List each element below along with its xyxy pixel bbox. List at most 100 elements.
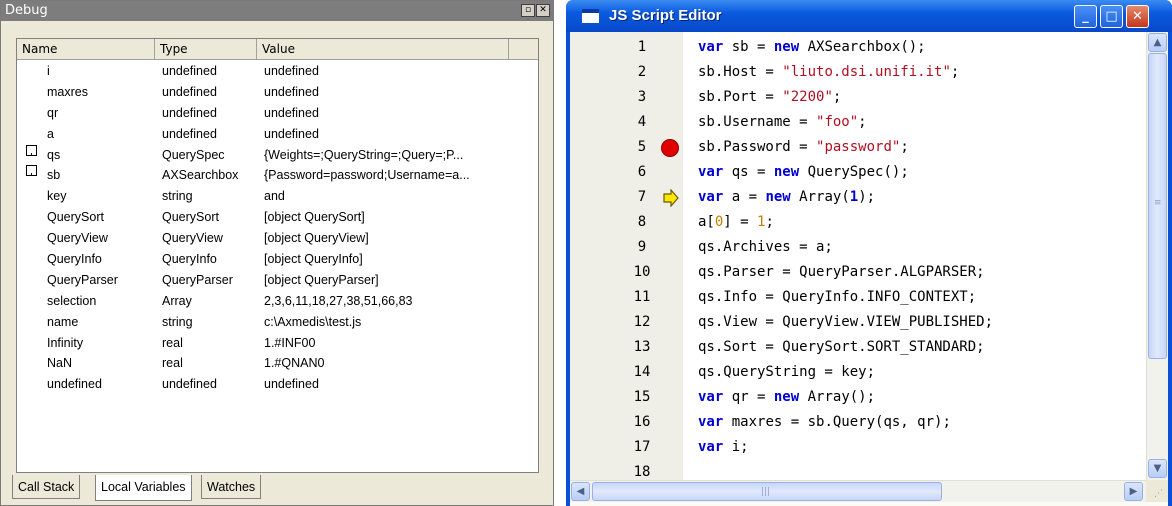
scroll-right-button[interactable]: ▶	[1124, 482, 1143, 501]
variable-row[interactable]: QueryInfo QueryInfo [object QueryInfo]	[17, 249, 538, 270]
debug-title-bar[interactable]: Debug ▫ ✕	[1, 1, 553, 21]
code-text: var i;	[698, 435, 749, 460]
variable-row[interactable]: maxres undefined undefined	[17, 82, 538, 103]
close-icon[interactable]: ✕	[536, 4, 550, 17]
variable-row[interactable]: i undefined undefined	[17, 61, 538, 82]
variable-value: c:\Axmedis\test.js	[264, 314, 362, 329]
code-line[interactable]: 7 var a = new Array(1);	[570, 185, 1146, 210]
close-button[interactable]: ✕	[1126, 5, 1149, 28]
variable-type: QuerySort	[162, 210, 219, 225]
code-line[interactable]: 6 var qs = new QuerySpec();	[570, 160, 1146, 185]
restore-icon[interactable]: ▫	[521, 4, 535, 17]
code-line[interactable]: 1 var sb = new AXSearchbox();	[570, 35, 1146, 60]
column-filler	[509, 39, 538, 60]
column-value-header[interactable]: Value	[257, 39, 509, 60]
code-line[interactable]: 14 qs.QueryString = key;	[570, 360, 1146, 385]
code-text: qs.View = QueryView.VIEW_PUBLISHED;	[698, 310, 993, 335]
variable-value: and	[264, 189, 285, 204]
scroll-down-button[interactable]: ▼	[1148, 459, 1167, 478]
code-line[interactable]: 11 qs.Info = QueryInfo.INFO_CONTEXT;	[570, 285, 1146, 310]
resize-grip[interactable]: ⋰	[1146, 480, 1168, 502]
variable-row[interactable]: QueryParser QueryParser [object QueryParse…	[17, 270, 538, 291]
variable-row[interactable]: a undefined undefined	[17, 124, 538, 145]
line-number: 7	[637, 189, 647, 205]
code-line[interactable]: 2 sb.Host = "liuto.dsi.unifi.it";	[570, 60, 1146, 85]
variable-type: undefined	[162, 126, 217, 141]
variable-row[interactable]: qr undefined undefined	[17, 103, 538, 124]
vertical-scroll-thumb[interactable]: ≡	[1148, 53, 1167, 359]
code-line[interactable]: 12 qs.View = QueryView.VIEW_PUBLISHED;	[570, 310, 1146, 335]
variable-value: [object QueryView]	[264, 231, 369, 246]
variable-row[interactable]: selection Array 2,3,6,11,18,27,38,51,66,83	[17, 291, 538, 312]
variable-type: QuerySpec	[162, 147, 225, 162]
code-line[interactable]: 10 qs.Parser = QueryParser.ALGPARSER;	[570, 260, 1146, 285]
column-type-header[interactable]: Type	[155, 39, 257, 60]
line-number: 8	[637, 214, 647, 230]
code-line[interactable]: 17 var i;	[570, 435, 1146, 460]
variable-row[interactable]: QueryView QueryView [object QueryView]	[17, 228, 538, 249]
line-number: 17	[633, 439, 651, 455]
code-line[interactable]: 16 var maxres = sb.Query(qs, qr);	[570, 410, 1146, 435]
grip-icon: |||	[761, 487, 771, 497]
line-number: 3	[637, 89, 647, 105]
keyword-token: var	[698, 164, 724, 180]
horizontal-scroll-thumb[interactable]: |||	[592, 482, 942, 501]
code-token: a =	[723, 189, 766, 205]
breakpoint-icon[interactable]	[661, 139, 679, 157]
code-token: maxres = sb.Query(qs, qr);	[723, 414, 951, 430]
variable-value: [object QuerySort]	[264, 210, 365, 225]
line-number: 12	[633, 314, 651, 330]
maximize-button[interactable]: □	[1100, 5, 1123, 28]
code-text: var sb = new AXSearchbox();	[698, 35, 926, 60]
debug-window: Debug ▫ ✕ Name Type Value i undefined unde…	[0, 0, 554, 506]
expand-icon[interactable]: +	[26, 165, 37, 177]
column-name-header[interactable]: Name	[17, 39, 155, 60]
variable-type: QueryParser	[162, 272, 233, 287]
code-token: qs.QueryString = key;	[698, 364, 876, 380]
keyword-token: new	[773, 164, 800, 180]
code-token: i;	[723, 439, 749, 455]
variable-value: {Password=password;Username=a...	[264, 168, 470, 183]
local-variables-list[interactable]: Name Type Value i undefined undefined maxre…	[16, 38, 539, 473]
line-number: 9	[637, 239, 647, 255]
variable-value: 1.#INF00	[264, 335, 316, 350]
variable-row[interactable]: name string c:\Axmedis\test.js	[17, 312, 538, 333]
tab-call-stack[interactable]: Call Stack	[12, 475, 81, 499]
variable-name: selection	[47, 293, 97, 308]
code-line[interactable]: 5 sb.Password = "password";	[570, 135, 1146, 160]
expand-icon[interactable]: +	[26, 144, 37, 156]
code-line[interactable]: 9 qs.Archives = a;	[570, 235, 1146, 260]
variable-row[interactable]: NaN real 1.#QNAN0	[17, 353, 538, 374]
code-token: qs =	[723, 164, 774, 180]
scroll-left-button[interactable]: ◀	[571, 482, 590, 501]
code-line[interactable]: 3 sb.Port = "2200";	[570, 85, 1146, 110]
code-token: qs.View = QueryView.VIEW_PUBLISHED;	[698, 314, 994, 330]
variable-type: Array	[162, 293, 192, 308]
variable-row[interactable]: undefined undefined undefined	[17, 374, 538, 395]
variable-type: undefined	[162, 377, 217, 392]
variable-row[interactable]: key string and	[17, 186, 538, 207]
code-line[interactable]: 8 a[0] = 1;	[570, 210, 1146, 235]
code-line[interactable]: 15 var qr = new Array();	[570, 385, 1146, 410]
variable-row[interactable]: QuerySort QuerySort [object QuerySort]	[17, 207, 538, 228]
variable-value: undefined	[264, 84, 319, 99]
variable-value: undefined	[264, 64, 319, 78]
variable-row[interactable]: + sb AXSearchbox {Password=password;Usernam…	[17, 165, 538, 186]
code-line[interactable]: 13 qs.Sort = QuerySort.SORT_STANDARD;	[570, 335, 1146, 360]
minimize-button[interactable]: _	[1074, 5, 1097, 28]
code-text: var a = new Array(1);	[698, 185, 875, 210]
variable-row[interactable]: + qs QuerySpec {Weights=;QueryString=;Query…	[17, 144, 538, 166]
editor-title-bar[interactable]: JS Script Editor _ □ ✕	[566, 0, 1172, 32]
code-token: qs.Parser = QueryParser.ALGPARSER;	[698, 264, 985, 280]
string-token: "2200"	[782, 89, 833, 105]
keyword-token: new	[773, 389, 800, 405]
tab-local-variables[interactable]: Local Variables	[95, 475, 192, 501]
scroll-up-button[interactable]: ▲	[1148, 33, 1167, 52]
variable-row[interactable]: Infinity real 1.#INF00	[17, 333, 538, 354]
variable-name: key	[47, 189, 67, 204]
tab-watches[interactable]: Watches	[201, 475, 262, 499]
code-line[interactable]: 4 sb.Username = "foo";	[570, 110, 1146, 135]
vertical-scrollbar[interactable]: ▲ ≡ ▼	[1146, 32, 1168, 480]
horizontal-scrollbar[interactable]: ◀ ||| ▶	[570, 480, 1146, 502]
variable-value: 1.#QNAN0	[264, 356, 325, 371]
